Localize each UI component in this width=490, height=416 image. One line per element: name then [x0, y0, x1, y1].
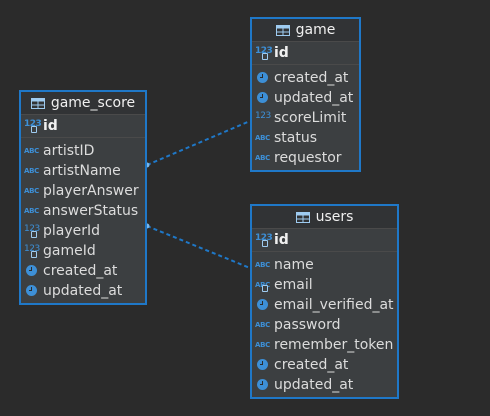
text-type-icon: ABC	[24, 147, 39, 155]
column-name: id	[274, 232, 289, 248]
entity-users[interactable]: users 123 id ABCnameABCemailemail_verifi…	[250, 204, 399, 399]
entity-header[interactable]: game	[252, 19, 359, 42]
numeric-key-icon: 123	[24, 243, 41, 259]
column-name: id	[43, 118, 58, 134]
text-type-icon: ABC	[255, 261, 270, 269]
column-row[interactable]: ABC name	[252, 255, 397, 275]
column-name: playerAnswer	[43, 183, 139, 199]
timestamp-icon	[255, 70, 272, 86]
column-row[interactable]: ABC playerAnswer	[21, 181, 145, 201]
timestamp-icon	[255, 297, 272, 313]
timestamp-icon	[255, 90, 272, 106]
column-name: email	[274, 277, 313, 293]
table-icon	[275, 24, 290, 36]
column-row[interactable]: created_at	[252, 68, 359, 88]
column-name: artistID	[43, 143, 95, 159]
entity-title: game	[295, 22, 336, 38]
column-row[interactable]: created_at	[21, 261, 145, 281]
column-name: updated_at	[274, 377, 354, 393]
entity-title: users	[315, 209, 354, 225]
text-type-icon: ABC	[24, 207, 39, 215]
relation-game-score-to-game[interactable]	[146, 120, 251, 166]
text-type-icon: ABC	[255, 341, 270, 349]
column-list: created_at updated_at 123 scoreLimit ABC stat…	[252, 65, 359, 168]
column-row[interactable]: 123 playerId	[21, 221, 145, 241]
column-row[interactable]: ABC artistID	[21, 141, 145, 161]
column-row[interactable]: ABC artistName	[21, 161, 145, 181]
column-row[interactable]: ABC answerStatus	[21, 201, 145, 221]
entity-game-score[interactable]: game_score 123 id ABC artistID ABC artistNa…	[19, 90, 147, 305]
timestamp-icon	[24, 283, 41, 299]
text-key-icon: ABC	[255, 277, 272, 293]
table-icon	[295, 211, 310, 223]
text-type-icon: ABC	[24, 167, 39, 175]
column-row[interactable]: updated_at	[21, 281, 145, 301]
primary-key-column[interactable]: 123 id	[252, 229, 397, 252]
text-type-icon: ABC	[24, 187, 39, 195]
column-name: id	[274, 45, 289, 61]
table-icon	[30, 97, 45, 109]
column-name: created_at	[274, 357, 349, 373]
column-name: email_verified_at	[274, 297, 394, 313]
column-name: playerId	[43, 223, 101, 239]
text-type-icon: ABC	[255, 134, 270, 142]
numeric-key-icon: 123	[255, 232, 273, 248]
primary-key-column[interactable]: 123 id	[21, 115, 145, 138]
text-type-icon: ABC	[255, 321, 270, 329]
entity-game[interactable]: game 123 id created_at updated_at 123 score…	[250, 17, 361, 172]
column-name: created_at	[43, 263, 118, 279]
column-row[interactable]: updated_at	[252, 88, 359, 108]
erd-canvas[interactable]: game 123 id created_at updated_at 123 score…	[0, 0, 490, 416]
column-name: answerStatus	[43, 203, 139, 219]
numeric-key-icon: 123	[255, 45, 273, 61]
column-name: requestor	[274, 150, 342, 166]
column-row[interactable]: ABC status	[252, 128, 359, 148]
column-name: gameId	[43, 243, 96, 259]
column-row[interactable]: 123 gameId	[21, 241, 145, 261]
timestamp-icon	[255, 377, 272, 393]
entity-header[interactable]: users	[252, 206, 397, 229]
column-name: remember_token	[274, 337, 394, 353]
column-name: name	[274, 257, 314, 273]
timestamp-icon	[24, 263, 41, 279]
column-name: updated_at	[274, 90, 354, 106]
timestamp-icon	[255, 357, 272, 373]
column-row[interactable]: ABCemail	[252, 275, 397, 295]
entity-title: game_score	[50, 95, 136, 111]
primary-key-column[interactable]: 123 id	[252, 42, 359, 65]
column-name: artistName	[43, 163, 121, 179]
column-row[interactable]: updated_at	[252, 375, 397, 395]
column-row[interactable]: created_at	[252, 355, 397, 375]
column-name: created_at	[274, 70, 349, 86]
column-row[interactable]: email_verified_at	[252, 295, 397, 315]
column-list: ABCnameABCemailemail_verified_atABCpassw…	[252, 252, 397, 395]
column-row[interactable]: ABC remember_token	[252, 335, 397, 355]
numeric-key-icon: 123	[24, 118, 42, 134]
column-row[interactable]: 123 scoreLimit	[252, 108, 359, 128]
text-type-icon: ABC	[255, 154, 270, 162]
column-name: updated_at	[43, 283, 123, 299]
relation-game-score-to-users[interactable]	[146, 225, 251, 269]
column-row[interactable]: ABC requestor	[252, 148, 359, 168]
column-name: password	[274, 317, 341, 333]
numeric-type-icon: 123	[255, 111, 271, 121]
column-list: ABC artistID ABC artistName ABC playerAnswer A…	[21, 138, 145, 301]
numeric-key-icon: 123	[24, 223, 41, 239]
column-name: status	[274, 130, 318, 146]
column-name: scoreLimit	[274, 110, 347, 126]
column-row[interactable]: ABC password	[252, 315, 397, 335]
entity-header[interactable]: game_score	[21, 92, 145, 115]
